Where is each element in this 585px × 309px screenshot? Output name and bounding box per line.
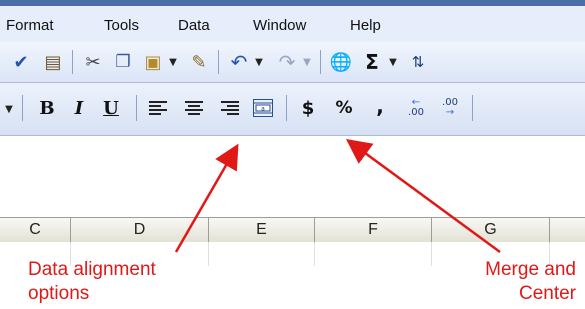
arrow-to-alignment bbox=[174, 143, 239, 253]
arrow-to-merge bbox=[345, 139, 501, 254]
annotation-arrows bbox=[174, 139, 501, 254]
